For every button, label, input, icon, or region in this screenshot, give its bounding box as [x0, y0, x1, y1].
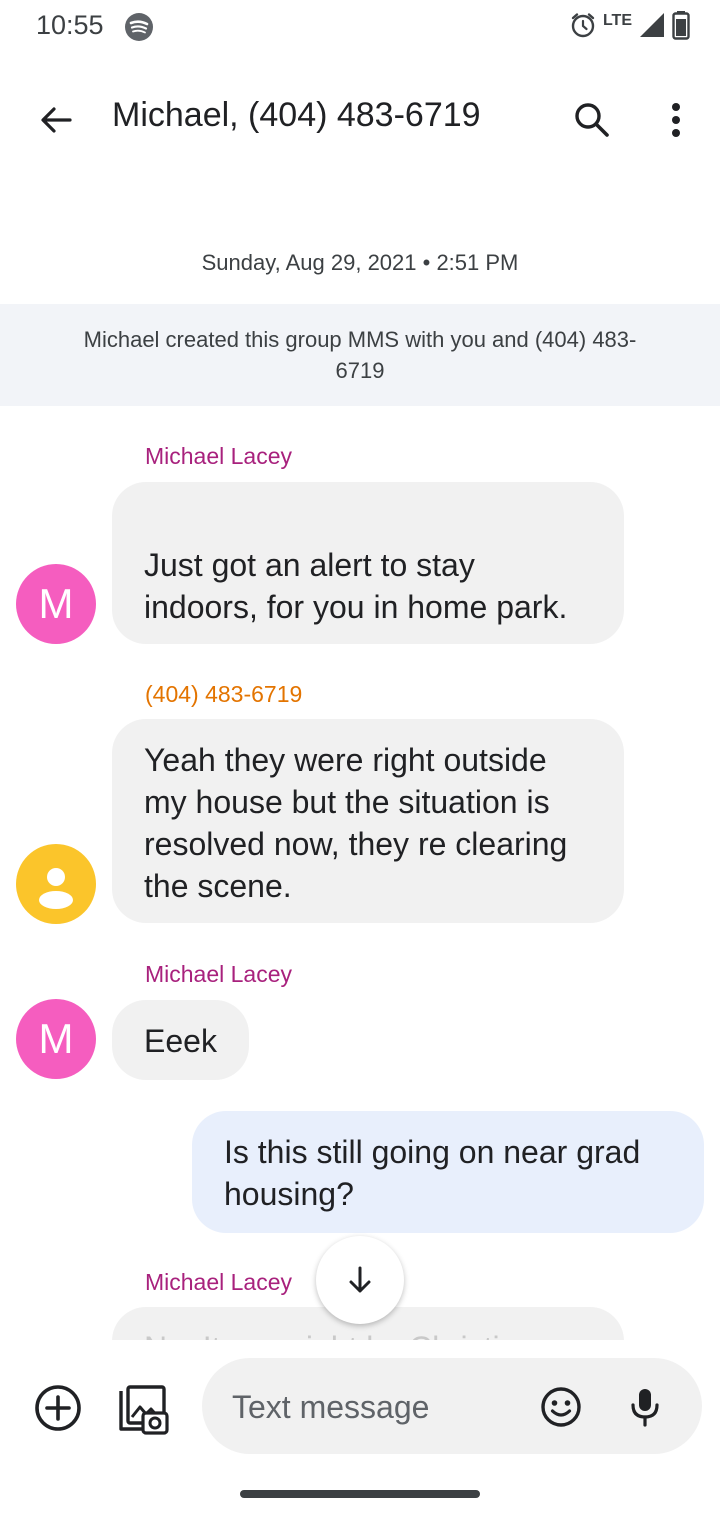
message-sender: (404) 483-6719 — [145, 681, 303, 707]
avatar-letter: M — [38, 580, 74, 627]
search-icon — [575, 103, 609, 137]
message-text: Yeah they were right outside my house bu… — [144, 742, 568, 904]
back-button[interactable] — [30, 94, 82, 146]
message-sender: Michael Lacey — [145, 961, 293, 987]
emoji-icon — [541, 1387, 581, 1427]
message-input[interactable]: Text message — [202, 1358, 702, 1454]
spotify-icon — [124, 12, 154, 42]
message-sender: Michael Lacey — [145, 443, 293, 469]
back-arrow-icon — [41, 107, 72, 133]
message-text: Is this still going on near grad housing… — [224, 1134, 641, 1212]
avatar[interactable]: M — [16, 564, 96, 644]
alarm-icon — [569, 11, 597, 44]
gallery-icon — [119, 1385, 169, 1435]
mic-icon — [631, 1389, 659, 1427]
signal-icon — [638, 11, 666, 44]
system-message: Michael created this group MMS with you … — [83, 327, 637, 383]
arrow-down-icon — [349, 1266, 371, 1293]
network-type: LTE — [602, 12, 632, 29]
search-button[interactable] — [566, 94, 618, 146]
gallery-button[interactable] — [114, 1382, 170, 1438]
status-bar: 10:55 LTE — [0, 0, 720, 56]
status-time: 10:55 — [36, 10, 104, 40]
message-text: Just got an alert to stay indoors, for y… — [144, 547, 568, 625]
date-separator: Sunday, Aug 29, 2021 • 2:51 PM — [201, 250, 519, 275]
avatar-letter: M — [38, 1015, 74, 1062]
attach-button[interactable] — [32, 1382, 84, 1434]
emoji-button[interactable] — [536, 1382, 586, 1432]
system-message-banner: Michael created this group MMS with you … — [0, 304, 720, 406]
app-bar: Michael, (404) 483-6719 — [0, 78, 720, 158]
conversation-title: Michael, (404) 483-6719 — [112, 96, 481, 134]
message-text: Eeek — [144, 1023, 217, 1059]
status-icons: LTE — [569, 10, 690, 44]
voice-input-button[interactable] — [620, 1382, 670, 1432]
message-sender: Michael Lacey — [145, 1269, 293, 1295]
message-bubble[interactable]: Eeek — [112, 1000, 249, 1080]
battery-icon — [672, 10, 690, 45]
avatar[interactable]: M — [16, 999, 96, 1079]
more-options-button[interactable] — [650, 94, 702, 146]
avatar[interactable] — [16, 844, 96, 924]
more-vert-icon — [672, 103, 680, 137]
message-input-placeholder: Text message — [232, 1389, 430, 1425]
composer-bar: Text message — [0, 1356, 720, 1456]
scroll-to-bottom-button[interactable] — [316, 1236, 404, 1324]
person-icon — [39, 868, 73, 909]
home-indicator[interactable] — [240, 1490, 480, 1498]
add-circle-icon — [35, 1385, 81, 1431]
outgoing-message-bubble[interactable]: Is this still going on near grad housing… — [192, 1111, 704, 1233]
message-bubble[interactable]: Yeah they were right outside my house bu… — [112, 719, 624, 923]
message-bubble[interactable]: Just got an alert to stay indoors, for y… — [112, 482, 624, 644]
